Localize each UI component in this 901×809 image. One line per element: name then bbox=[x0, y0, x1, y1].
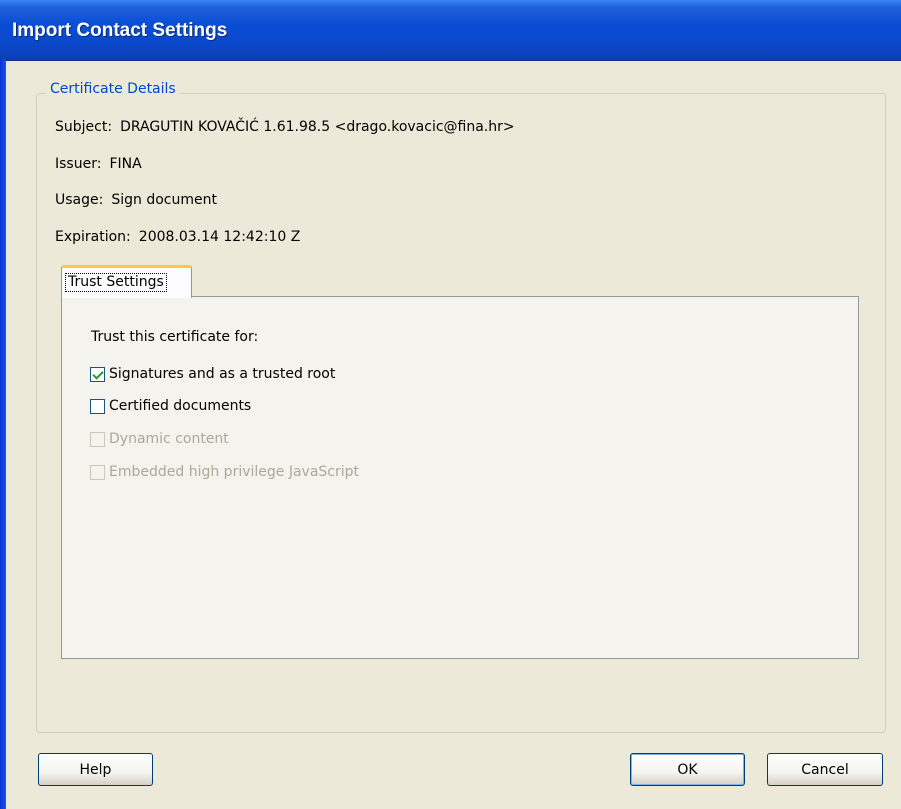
issuer-label: Issuer: bbox=[55, 156, 102, 172]
embedded-javascript-option: Embedded high privilege JavaScript bbox=[90, 464, 359, 480]
dynamic-content-checkbox bbox=[90, 431, 105, 447]
window-frame-left bbox=[0, 60, 6, 809]
embedded-javascript-checkbox bbox=[90, 464, 105, 480]
expiration-label: Expiration: bbox=[55, 229, 131, 245]
subject-row: Subject: DRAGUTIN KOVAČIĆ 1.61.98.5 <drag… bbox=[55, 119, 515, 135]
issuer-value: FINA bbox=[109, 156, 142, 172]
expiration-value: 2008.03.14 12:42:10 Z bbox=[138, 229, 301, 245]
help-button[interactable]: Help bbox=[38, 753, 153, 786]
subject-label: Subject: bbox=[55, 119, 113, 135]
certified-documents-option[interactable]: Certified documents bbox=[90, 398, 251, 414]
ok-button[interactable]: OK bbox=[630, 753, 745, 786]
certificate-details-legend: Certificate Details bbox=[46, 81, 180, 97]
issuer-row: Issuer: FINA bbox=[55, 156, 142, 172]
certified-documents-checkbox[interactable] bbox=[90, 398, 105, 414]
embedded-javascript-label: Embedded high privilege JavaScript bbox=[109, 464, 360, 480]
usage-value: Sign document bbox=[111, 192, 217, 208]
cancel-button[interactable]: Cancel bbox=[767, 753, 883, 786]
expiration-row: Expiration: 2008.03.14 12:42:10 Z bbox=[55, 229, 300, 245]
tab-trust-settings[interactable]: Trust Settings bbox=[61, 265, 192, 298]
dynamic-content-option: Dynamic content bbox=[90, 431, 229, 447]
tab-trust-settings-label: Trust Settings bbox=[65, 273, 167, 292]
title-bar[interactable]: Import Contact Settings bbox=[0, 0, 901, 61]
subject-value: DRAGUTIN KOVAČIĆ 1.61.98.5 <drago.kovaci… bbox=[120, 119, 515, 135]
usage-label: Usage: bbox=[55, 192, 104, 208]
dynamic-content-label: Dynamic content bbox=[109, 431, 229, 447]
certified-documents-label[interactable]: Certified documents bbox=[109, 398, 251, 414]
window-title: Import Contact Settings bbox=[12, 20, 228, 41]
trust-heading: Trust this certificate for: bbox=[91, 329, 259, 345]
signatures-trusted-root-label[interactable]: Signatures and as a trusted root bbox=[109, 366, 335, 382]
signatures-trusted-root-option[interactable]: Signatures and as a trusted root bbox=[90, 366, 335, 382]
signatures-trusted-root-checkbox[interactable] bbox=[90, 366, 105, 382]
usage-row: Usage: Sign document bbox=[55, 192, 217, 208]
